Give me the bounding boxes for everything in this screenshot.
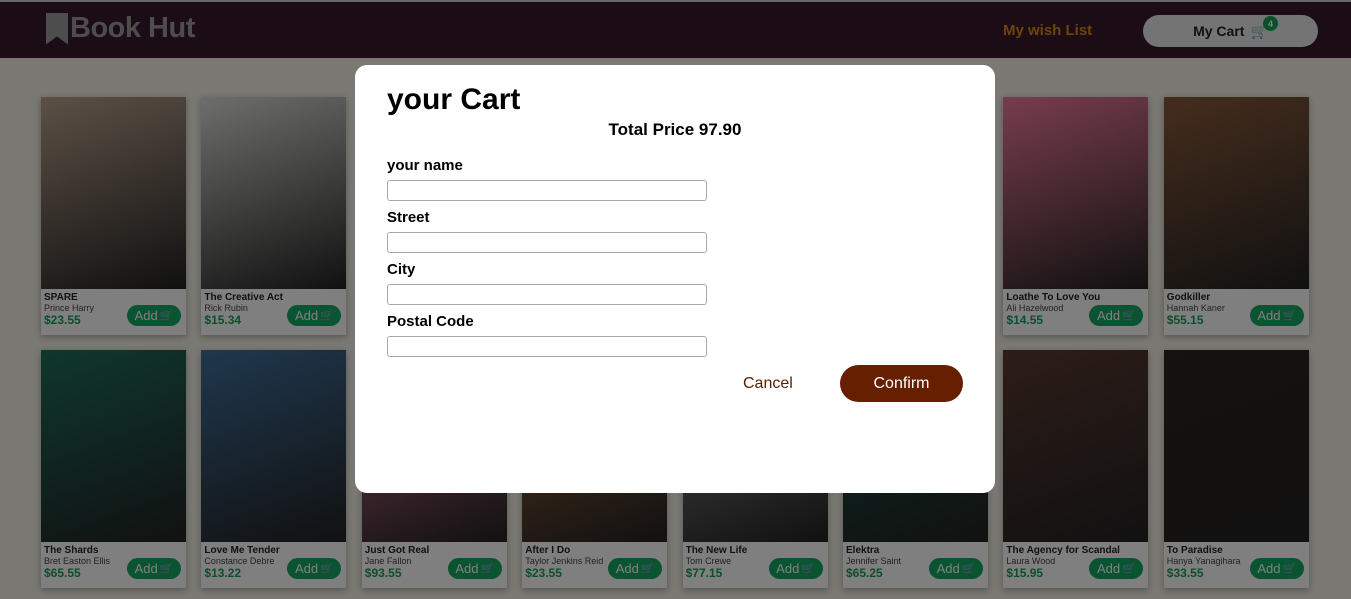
postal-code-input[interactable] — [387, 336, 707, 357]
postal-code-label: Postal Code — [387, 313, 474, 330]
total-price: Total Price 97.90 — [608, 120, 742, 139]
cancel-button[interactable]: Cancel — [743, 375, 793, 393]
name-input[interactable] — [387, 180, 707, 201]
name-label: your name — [387, 157, 463, 174]
modal-title: your Cart — [387, 83, 521, 116]
confirm-button[interactable]: Confirm — [840, 365, 963, 402]
city-label: City — [387, 261, 416, 278]
street-label: Street — [387, 209, 430, 226]
street-input[interactable] — [387, 232, 707, 253]
city-input[interactable] — [387, 284, 707, 305]
cart-modal: your Cart Total Price 97.90 your name St… — [355, 65, 995, 493]
